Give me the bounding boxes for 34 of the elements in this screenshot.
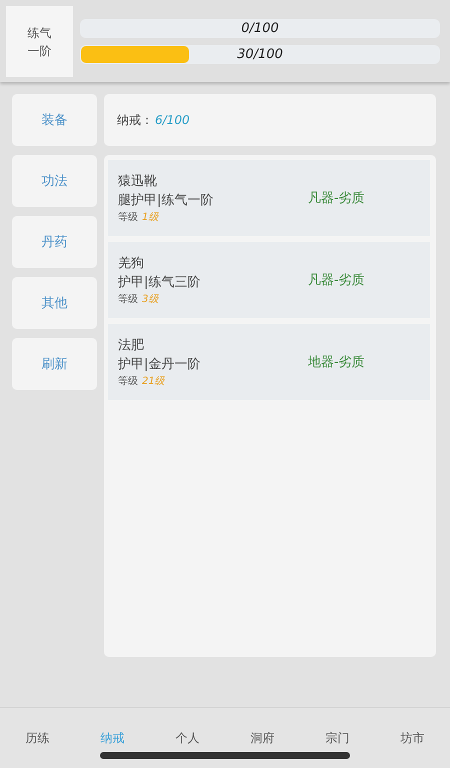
category-button[interactable]: 刷新 [12, 338, 97, 390]
item-grade: 凡器-劣质 [308, 190, 366, 207]
item-grade: 凡器-劣质 [308, 272, 366, 289]
level-label: 等级 [118, 211, 138, 224]
item-name: 猿迅靴 [118, 173, 158, 190]
nav-tab[interactable]: 洞府 [250, 730, 274, 747]
category-button[interactable]: 其他 [12, 277, 97, 329]
capacity-value: 6/100 [155, 113, 190, 127]
item-name: 法肥 [118, 337, 145, 354]
category-button[interactable]: 丹药 [12, 216, 97, 268]
realm-label: 练气 [28, 24, 52, 42]
item-type: 护甲|练气三阶 [118, 274, 202, 291]
progress-label: 30/100 [237, 46, 283, 64]
category-button[interactable]: 装备 [12, 94, 97, 146]
realm-label: 一阶 [28, 42, 52, 60]
capacity-label: 纳戒： [117, 112, 153, 128]
item-row[interactable]: 羌狗 护甲|练气三阶 等级 3级 凡器-劣质 [108, 242, 430, 318]
nav-tab[interactable]: 宗门 [326, 730, 350, 747]
level-label: 等级 [118, 375, 138, 388]
item-name: 羌狗 [118, 255, 145, 272]
level-label: 等级 [118, 293, 138, 306]
item-type: 护甲|金丹一阶 [118, 356, 202, 373]
level-value: 1级 [142, 211, 158, 224]
level-value: 3级 [142, 293, 158, 306]
nav-tab[interactable]: 历练 [26, 730, 50, 747]
category-button[interactable]: 功法 [12, 155, 97, 207]
nav-tab[interactable]: 坊市 [400, 730, 424, 747]
home-indicator[interactable] [100, 752, 350, 759]
item-row[interactable]: 法肥 护甲|金丹一阶 等级 21级 地器-劣质 [108, 324, 430, 400]
level-value: 21级 [142, 375, 165, 388]
item-grade: 地器-劣质 [308, 354, 366, 371]
nav-tab[interactable]: 个人 [176, 730, 200, 747]
item-type: 腿护甲|练气一阶 [118, 192, 214, 209]
item-row[interactable]: 猿迅靴 腿护甲|练气一阶 等级 1级 凡器-劣质 [108, 160, 430, 236]
